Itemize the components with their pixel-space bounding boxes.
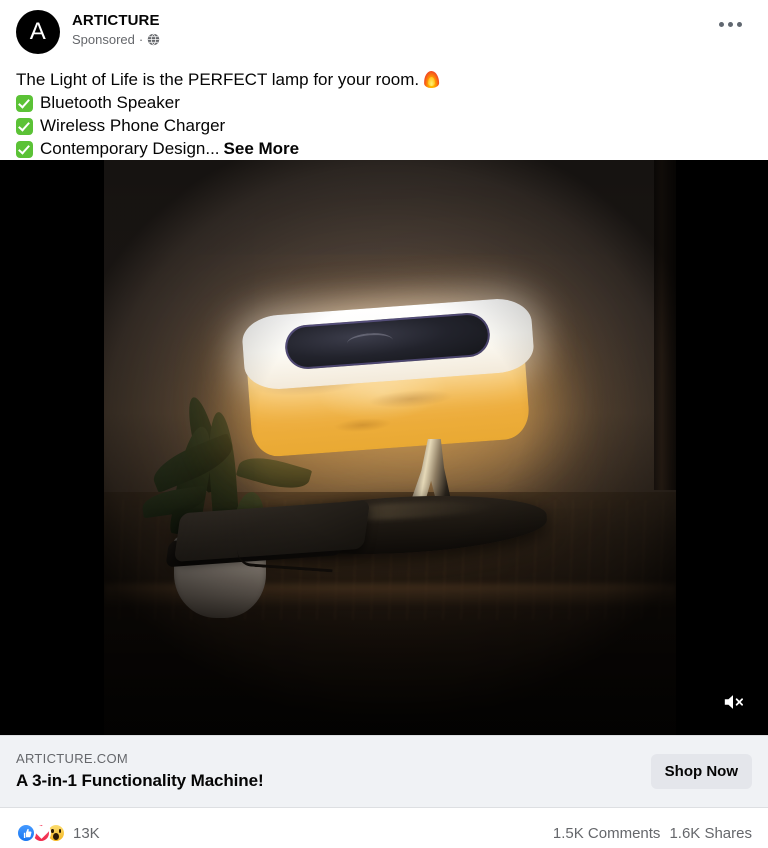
page-name[interactable]: ARTICTURE: [72, 11, 160, 30]
like-reaction-icon: [16, 823, 36, 843]
wow-eye: [51, 829, 54, 833]
post-text: The Light of Life is the PERFECT lamp fo…: [0, 60, 768, 160]
comment-share-counts: 1.5K Comments 1.6K Shares: [553, 825, 752, 842]
reaction-count[interactable]: 13K: [73, 825, 100, 842]
engagement-bar: 13K 1.5K Comments 1.6K Shares: [0, 808, 768, 848]
video-media[interactable]: [0, 160, 768, 735]
reaction-icons[interactable]: [16, 823, 66, 843]
comment-count[interactable]: 1.5K Comments: [553, 825, 661, 842]
post-header: A ARTICTURE Sponsored ·: [0, 0, 768, 60]
link-title[interactable]: A 3-in-1 Functionality Machine!: [16, 770, 651, 792]
link-domain: ARTICTURE.COM: [16, 751, 128, 766]
product-lamp: [165, 296, 549, 573]
speaker-muted-icon[interactable]: [712, 681, 754, 723]
check-mark-icon: [16, 95, 33, 112]
link-text-block: ARTICTURE.COM A 3-in-1 Functionality Mac…: [16, 751, 651, 792]
wooden-post: [654, 160, 676, 490]
video-frame: [104, 160, 676, 735]
globe-icon: [147, 33, 160, 46]
wow-eye: [58, 829, 61, 833]
share-count[interactable]: 1.6K Shares: [669, 825, 752, 842]
feature-label: Contemporary Design...: [40, 139, 220, 158]
feature-label: Bluetooth Speaker: [40, 93, 180, 112]
reactions-group[interactable]: 13K: [16, 823, 100, 843]
header-text-block: ARTICTURE Sponsored ·: [72, 10, 160, 48]
sponsored-label[interactable]: Sponsored: [72, 31, 135, 48]
menu-dot: [737, 22, 742, 27]
avatar-letter: A: [29, 18, 47, 45]
check-mark-icon: [16, 118, 33, 135]
link-preview-card[interactable]: ARTICTURE.COM A 3-in-1 Functionality Mac…: [0, 735, 768, 808]
check-mark-icon: [16, 141, 33, 158]
feature-bullet: Contemporary Design... See More: [16, 137, 752, 160]
facebook-sponsored-post: A ARTICTURE Sponsored · The Light of Lif…: [0, 0, 768, 848]
menu-dot: [728, 22, 733, 27]
avatar[interactable]: A: [16, 10, 60, 54]
post-headline: The Light of Life is the PERFECT lamp fo…: [16, 70, 420, 89]
feature-label: Wireless Phone Charger: [40, 116, 226, 135]
meta-separator: ·: [138, 32, 144, 47]
post-headline-line: The Light of Life is the PERFECT lamp fo…: [16, 68, 752, 91]
see-more-link[interactable]: See More: [224, 137, 300, 160]
menu-dot: [719, 22, 724, 27]
wow-mouth: [53, 832, 59, 840]
feature-bullet: Bluetooth Speaker: [16, 91, 752, 114]
shop-now-button[interactable]: Shop Now: [650, 754, 752, 789]
heart-shape: [34, 826, 48, 839]
fire-emoji: [424, 71, 439, 88]
more-options-icon[interactable]: [713, 16, 748, 33]
post-meta-row: Sponsored ·: [72, 31, 160, 48]
feature-bullet: Wireless Phone Charger: [16, 114, 752, 137]
